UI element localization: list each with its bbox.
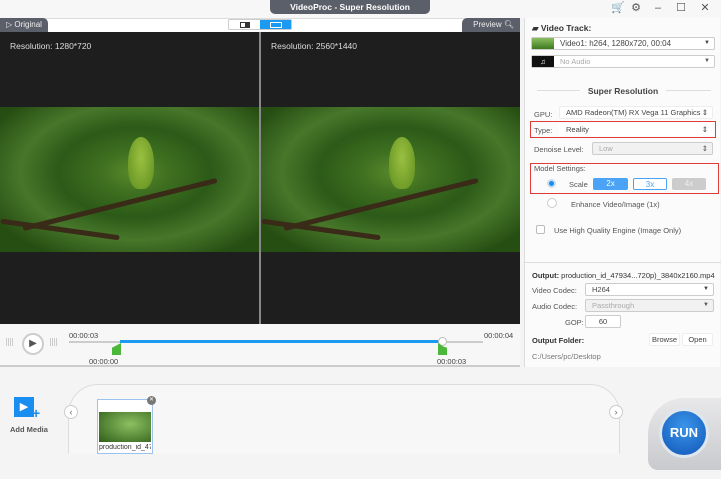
- divider: [525, 262, 721, 263]
- original-resolution: Resolution: 1280*720: [10, 41, 92, 51]
- dropdown-arrow-icon: ▼: [704, 58, 710, 64]
- scale-3x-button[interactable]: 3x: [633, 178, 667, 190]
- remove-clip-icon[interactable]: ✕: [147, 396, 156, 405]
- close-icon[interactable]: ✕: [695, 1, 715, 15]
- enhance-radio[interactable]: [547, 198, 557, 208]
- dropdown-arrow-icon: ▼: [703, 302, 709, 308]
- hq-checkbox[interactable]: [536, 225, 545, 234]
- audio-codec-label: Audio Codec:: [532, 302, 578, 311]
- folder-path: C:/Users/pc/Desktop: [532, 352, 601, 361]
- audio-codec-select[interactable]: Passthrough ▼: [585, 299, 714, 312]
- magnifier-icon: 🔍︎: [501, 20, 514, 29]
- gpu-select[interactable]: AMD Radeon(TM) RX Vega 11 Graphics ⇕: [559, 106, 713, 119]
- single-view-button[interactable]: [229, 20, 260, 29]
- grip-icon: [6, 338, 14, 346]
- cart-icon[interactable]: 🛒: [608, 1, 628, 15]
- type-select[interactable]: Reality ⇕: [559, 123, 713, 136]
- open-button[interactable]: Open: [682, 333, 713, 346]
- denoise-select[interactable]: Low ⇕: [592, 142, 713, 155]
- dropdown-arrow-icon: ▼: [704, 40, 710, 46]
- model-settings-label: Model Settings:: [534, 164, 586, 173]
- video-thumbnail: [532, 38, 554, 49]
- start-time: 00:00:00: [89, 357, 119, 366]
- gop-label: GOP:: [565, 318, 584, 327]
- output-filename: production_id_47934...720p)_3840x2160.mp…: [561, 271, 715, 280]
- minimize-icon[interactable]: –: [648, 1, 668, 15]
- updown-icon: ⇕: [701, 125, 708, 134]
- add-media-icon: ▶: [14, 397, 34, 417]
- hq-label: Use High Quality Engine (Image Only): [554, 226, 682, 235]
- timeline-selection: [120, 340, 442, 343]
- dropdown-arrow-icon: ▼: [703, 286, 709, 292]
- preview-frame: [261, 107, 520, 252]
- gpu-label: GPU:: [534, 110, 553, 119]
- video-codec-label: Video Codec:: [532, 286, 577, 295]
- playback-controls: ▶ 00:00:03 00:00:04 00:00:00 00:00:03: [0, 324, 520, 367]
- type-label: Type:: [534, 126, 553, 135]
- tab-preview[interactable]: Preview 🔍︎: [462, 18, 520, 32]
- end-time: 00:00:03: [437, 357, 467, 366]
- output-line: Output: production_id_47934...720p)_3840…: [532, 271, 715, 280]
- grip-icon: [50, 338, 58, 346]
- video-codec-select[interactable]: H264 ▼: [585, 283, 714, 296]
- scroll-right-button[interactable]: ›: [609, 405, 623, 419]
- scale-radio[interactable]: [547, 179, 556, 188]
- preview-video: Resolution: 2560*1440: [261, 32, 520, 324]
- run-button[interactable]: RUN: [659, 408, 709, 458]
- video-track-label: ▰ Video Track:: [532, 23, 592, 33]
- video-track-select[interactable]: Video1: h264, 1280x720, 00:04 ▼: [531, 37, 715, 50]
- start-marker[interactable]: [112, 343, 121, 355]
- view-mode-toggle[interactable]: [228, 19, 292, 30]
- preview-resolution: Resolution: 2560*1440: [271, 41, 358, 51]
- audio-track-select[interactable]: ♫ No Audio ▼: [531, 55, 715, 68]
- scroll-left-button[interactable]: ‹: [64, 405, 78, 419]
- media-clip[interactable]: production_id_47: [97, 399, 153, 454]
- enhance-label: Enhance Video/Image (1x): [571, 200, 660, 209]
- add-media-label: Add Media: [10, 425, 48, 434]
- split-view-button[interactable]: [260, 20, 291, 29]
- clip-name: production_id_47: [99, 444, 151, 451]
- maximize-icon[interactable]: ☐: [671, 1, 691, 15]
- scale-2x-button[interactable]: 2x: [593, 178, 628, 190]
- current-time: 00:00:03: [69, 331, 99, 340]
- music-icon: ♫: [532, 56, 554, 67]
- section-title: Super Resolution: [525, 86, 721, 96]
- output-folder-label: Output Folder:: [532, 336, 585, 345]
- updown-icon: ⇕: [701, 108, 708, 117]
- plus-icon: +: [32, 405, 41, 421]
- scale-label: Scale: [569, 180, 588, 189]
- updown-icon: ⇕: [701, 144, 708, 153]
- video-track-icon: ▰: [532, 23, 541, 33]
- denoise-label: Denoise Level:: [534, 145, 584, 154]
- scale-4x-button[interactable]: 4x: [672, 178, 706, 190]
- original-frame: [0, 107, 259, 252]
- total-time: 00:00:04: [484, 331, 514, 340]
- clip-thumbnail: [99, 412, 151, 442]
- gear-icon[interactable]: ⚙: [626, 1, 646, 15]
- window-title: VideoProc - Super Resolution: [270, 0, 430, 14]
- split-divider[interactable]: [259, 32, 261, 324]
- gop-input[interactable]: 60: [585, 315, 621, 328]
- tab-original[interactable]: ▷ Original: [0, 18, 48, 32]
- browse-button[interactable]: Browse: [649, 333, 680, 346]
- play-button[interactable]: ▶: [22, 333, 44, 355]
- original-video: Resolution: 1280*720: [0, 32, 259, 324]
- add-media-button[interactable]: ▶ +: [12, 397, 48, 421]
- settings-panel: ▰ Video Track: Video1: h264, 1280x720, 0…: [524, 18, 721, 367]
